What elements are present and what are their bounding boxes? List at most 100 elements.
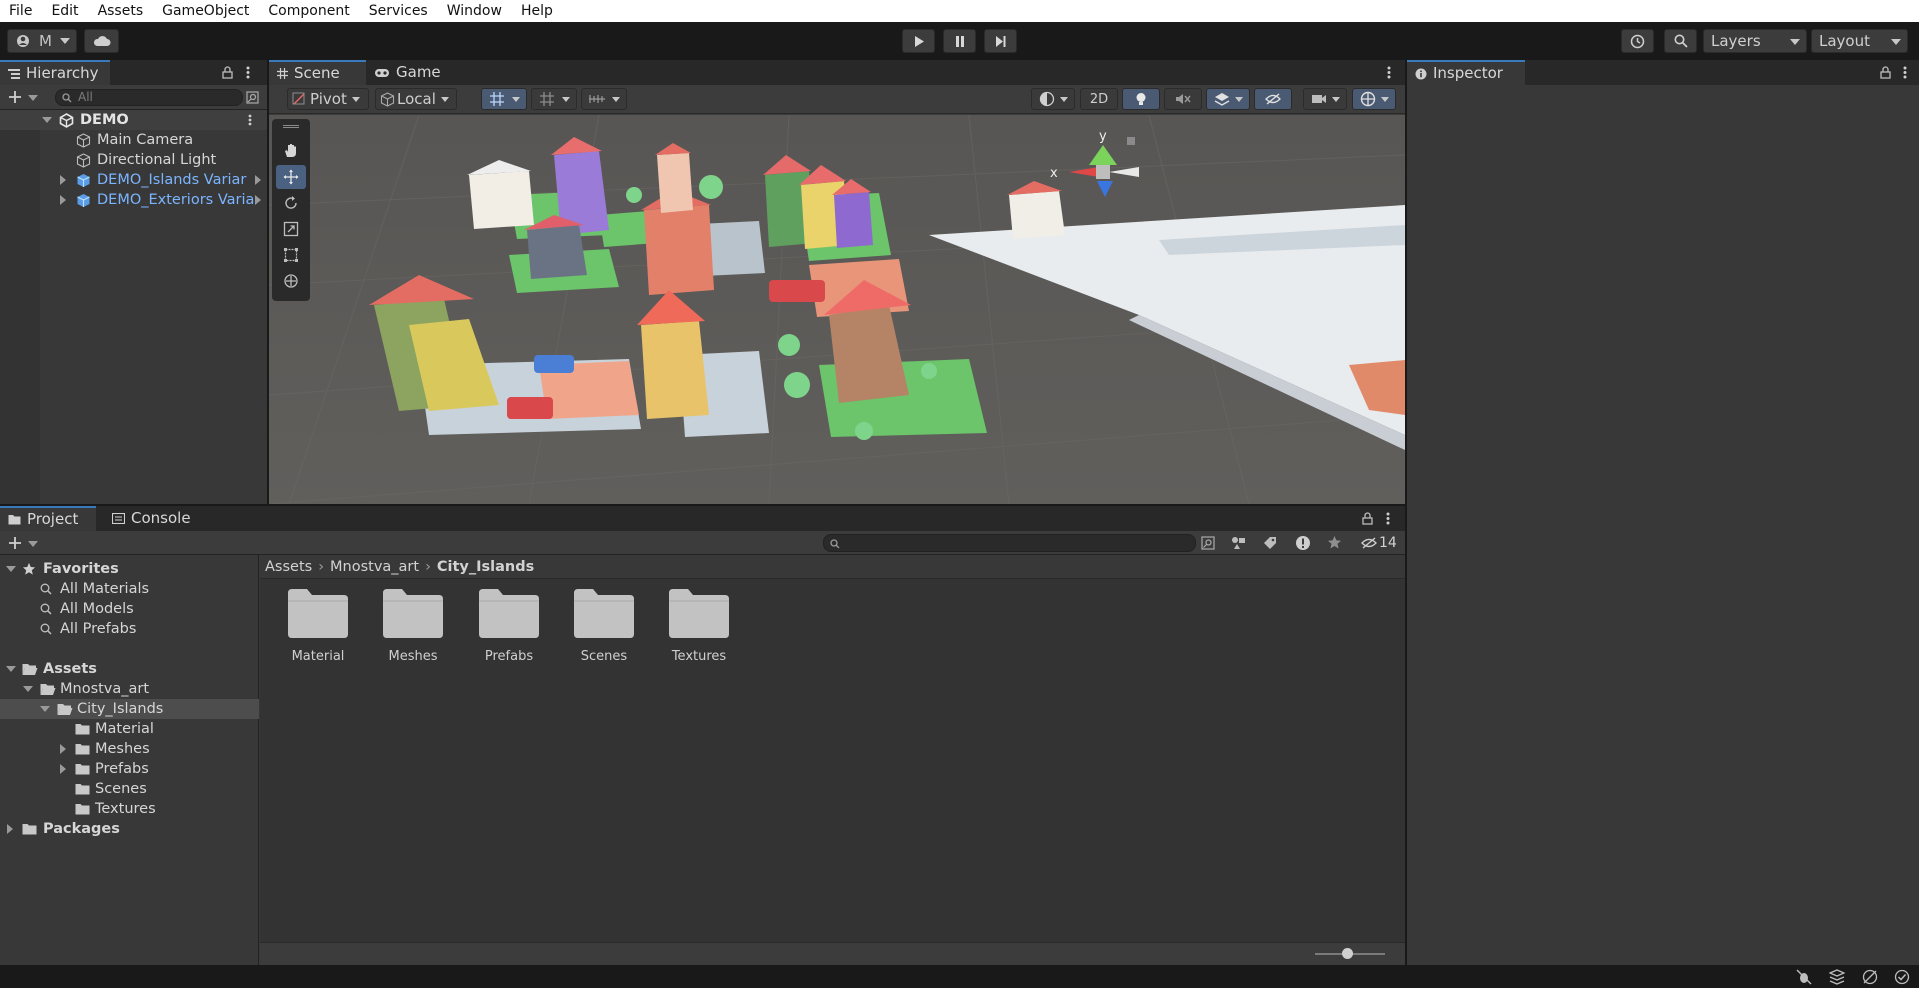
search-filter-icon[interactable] [1201, 536, 1215, 550]
tab-console[interactable]: Console [104, 506, 200, 531]
create-asset-dropdown[interactable] [6, 535, 40, 552]
chevron-down-icon[interactable] [42, 117, 52, 123]
folder-tile[interactable]: Meshes [373, 587, 453, 664]
chevron-down-icon[interactable] [40, 706, 50, 712]
folder-tile[interactable]: Material [278, 587, 358, 664]
local-dropdown[interactable]: Local [375, 88, 457, 110]
kebab-menu-icon[interactable] [1387, 66, 1391, 79]
hand-tool[interactable] [276, 139, 306, 163]
slider-thumb[interactable] [1341, 948, 1353, 959]
lock-icon[interactable] [1127, 137, 1135, 145]
bug-off-icon[interactable] [1796, 969, 1812, 985]
menu-help[interactable]: Help [512, 0, 563, 22]
increment-snap-dropdown[interactable] [531, 88, 577, 110]
layout-dropdown[interactable]: Layout [1811, 29, 1908, 53]
check-circle-icon[interactable] [1894, 969, 1910, 985]
folder-tile[interactable]: Textures [659, 587, 739, 664]
chevron-down-icon[interactable] [6, 566, 16, 572]
layers-dropdown[interactable]: Layers [1703, 29, 1807, 53]
cache-server-icon[interactable] [1829, 969, 1845, 985]
icon-size-slider[interactable] [1315, 948, 1385, 959]
search-scene-icon[interactable] [246, 91, 259, 104]
hierarchy-item[interactable]: DEMO_Islands Variar [0, 170, 267, 190]
pivot-dropdown[interactable]: Pivot [287, 88, 369, 110]
scene-viewport[interactable]: y x [269, 115, 1405, 504]
kebab-menu-icon[interactable] [248, 114, 252, 126]
tab-scene[interactable]: Scene [269, 60, 366, 85]
account-dropdown[interactable]: M [7, 29, 77, 53]
lock-icon[interactable] [1362, 512, 1373, 525]
transform-tool[interactable] [276, 269, 306, 293]
breadcrumb-item[interactable]: Mnostva_art [330, 559, 419, 575]
shading-mode-dropdown[interactable] [1031, 88, 1075, 110]
create-dropdown[interactable] [6, 89, 40, 106]
step-button[interactable] [984, 29, 1017, 53]
favorite-item[interactable]: All Prefabs [0, 619, 259, 639]
star-icon[interactable] [1327, 535, 1342, 550]
warning-icon[interactable] [1295, 535, 1311, 551]
chevron-right-icon[interactable] [60, 764, 66, 774]
scene-visibility-toggle[interactable] [1254, 88, 1292, 110]
lock-icon[interactable] [1880, 66, 1891, 79]
filter-by-type-icon[interactable] [1231, 536, 1246, 550]
chevron-right-icon[interactable] [255, 195, 261, 205]
chevron-right-icon[interactable] [60, 744, 66, 754]
kebab-menu-icon[interactable] [1386, 512, 1390, 525]
kebab-menu-icon[interactable] [1903, 66, 1907, 79]
tree-item[interactable]: Textures [0, 799, 259, 819]
camera-settings-dropdown[interactable] [1303, 88, 1347, 110]
menu-edit[interactable]: Edit [42, 0, 88, 22]
tab-inspector[interactable]: Inspector [1407, 60, 1525, 85]
scene-row[interactable]: DEMO [0, 110, 267, 130]
hierarchy-item[interactable]: Main Camera [0, 130, 267, 150]
tab-game[interactable]: Game [366, 60, 446, 85]
chevron-right-icon[interactable] [255, 175, 261, 185]
favorite-item[interactable]: All Models [0, 599, 259, 619]
tree-item[interactable]: Material [0, 719, 259, 739]
chevron-right-icon[interactable] [60, 195, 66, 205]
tree-item-mnostva[interactable]: Mnostva_art [0, 679, 259, 699]
menu-gameobject[interactable]: GameObject [153, 0, 259, 22]
chevron-right-icon[interactable] [60, 175, 66, 185]
folder-tile[interactable]: Prefabs [469, 587, 549, 664]
chevron-down-icon[interactable] [23, 686, 33, 692]
lighting-toggle[interactable] [1122, 88, 1160, 110]
chevron-right-icon[interactable] [7, 824, 13, 834]
hierarchy-search-input[interactable]: All [55, 89, 243, 106]
hidden-packages-toggle[interactable]: 14 [1361, 534, 1397, 552]
packages-row[interactable]: Packages [0, 819, 259, 839]
tab-hierarchy[interactable]: Hierarchy [0, 60, 110, 85]
ruler-dropdown[interactable] [581, 88, 627, 110]
tree-item[interactable]: Prefabs [0, 759, 259, 779]
tree-item-city-islands[interactable]: City_Islands [0, 699, 259, 719]
assets-row[interactable]: Assets [0, 659, 259, 679]
hierarchy-item[interactable]: DEMO_Exteriors Varia [0, 190, 267, 210]
menu-window[interactable]: Window [438, 0, 512, 22]
menu-component[interactable]: Component [259, 0, 359, 22]
hierarchy-item[interactable]: Directional Light [0, 150, 267, 170]
chevron-down-icon[interactable] [6, 666, 16, 672]
project-search-input[interactable] [823, 534, 1196, 552]
breadcrumb-item[interactable]: City_Islands [437, 559, 534, 575]
folder-tile[interactable]: Scenes [564, 587, 644, 664]
menu-file[interactable]: File [0, 0, 42, 22]
pause-button[interactable] [943, 29, 976, 53]
favorite-item[interactable]: All Materials [0, 579, 259, 599]
breadcrumb-item[interactable]: Assets [265, 559, 312, 575]
lock-icon[interactable] [222, 66, 233, 79]
menu-services[interactable]: Services [360, 0, 438, 22]
favorites-row[interactable]: Favorites [0, 559, 259, 579]
rotate-tool[interactable] [276, 191, 306, 215]
cloud-button[interactable] [84, 29, 119, 53]
gizmos-dropdown[interactable] [1352, 88, 1396, 110]
effects-dropdown[interactable] [1206, 88, 1250, 110]
menu-assets[interactable]: Assets [89, 0, 154, 22]
move-tool[interactable] [276, 165, 306, 189]
label-tag-icon[interactable] [1263, 536, 1277, 550]
tree-item[interactable]: Meshes [0, 739, 259, 759]
tree-item[interactable]: Scenes [0, 779, 259, 799]
play-button[interactable] [902, 29, 935, 53]
tab-project[interactable]: Project [0, 506, 96, 531]
rect-tool[interactable] [276, 243, 306, 267]
search-button[interactable] [1664, 29, 1697, 53]
